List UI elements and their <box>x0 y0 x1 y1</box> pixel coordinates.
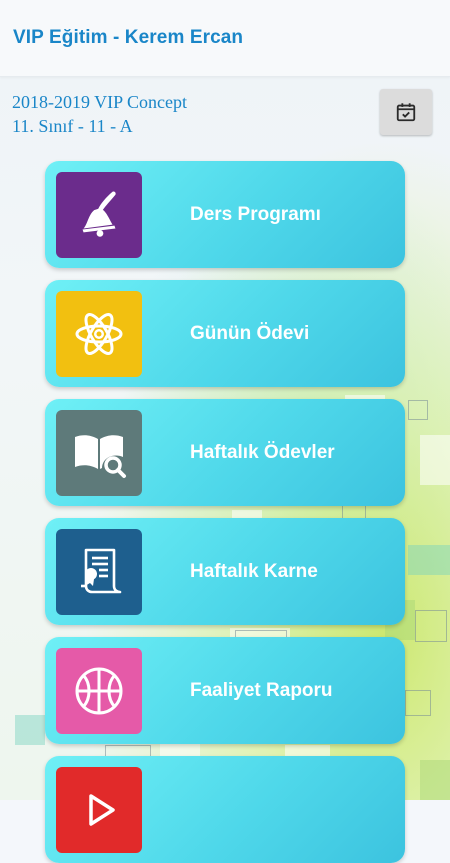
menu-item-gunun-odevi[interactable]: Günün Ödevi <box>45 280 405 387</box>
menu-item-label: Haftalık Karne <box>190 561 318 582</box>
tile <box>56 410 142 496</box>
app-title: VIP Eğitim - Kerem Ercan <box>13 27 244 48</box>
menu-item-label: Faaliyet Raporu <box>190 680 333 701</box>
menu-item-label: Haftalık Ödevler <box>190 442 335 463</box>
menu-item-video[interactable] <box>45 756 405 863</box>
menu-item-label: Günün Ödevi <box>190 323 310 344</box>
menu-item-label: Ders Programı <box>190 204 321 225</box>
play-icon <box>89 794 115 826</box>
tile <box>56 529 142 615</box>
session-label: 2018-2019 VIP Concept <box>12 92 187 112</box>
app-bar: VIP Eğitim - Kerem Ercan <box>0 0 450 77</box>
menu-item-ders-programi[interactable]: Ders Programı <box>45 161 405 268</box>
class-info: 2018-2019 VIP Concept 11. Sınıf - 11 - A <box>12 90 187 138</box>
atom-icon <box>75 313 123 355</box>
menu-item-haftalik-karne[interactable]: Haftalık Karne <box>45 518 405 625</box>
calendar-button[interactable] <box>380 89 432 135</box>
tile <box>56 291 142 377</box>
book-search-icon <box>75 435 126 478</box>
class-label: 11. Sınıf - 11 - A <box>12 116 133 136</box>
basketball-icon <box>75 667 123 715</box>
menu-item-faaliyet-raporu[interactable]: Faaliyet Raporu <box>45 637 405 744</box>
certificate-scroll-icon <box>81 548 122 594</box>
tile <box>56 767 142 853</box>
menu-item-haftalik-odevler[interactable]: Haftalık Ödevler <box>45 399 405 506</box>
tile <box>56 648 142 734</box>
calendar-check-icon <box>396 103 416 122</box>
bell-icon <box>82 191 116 237</box>
tile <box>56 172 142 258</box>
